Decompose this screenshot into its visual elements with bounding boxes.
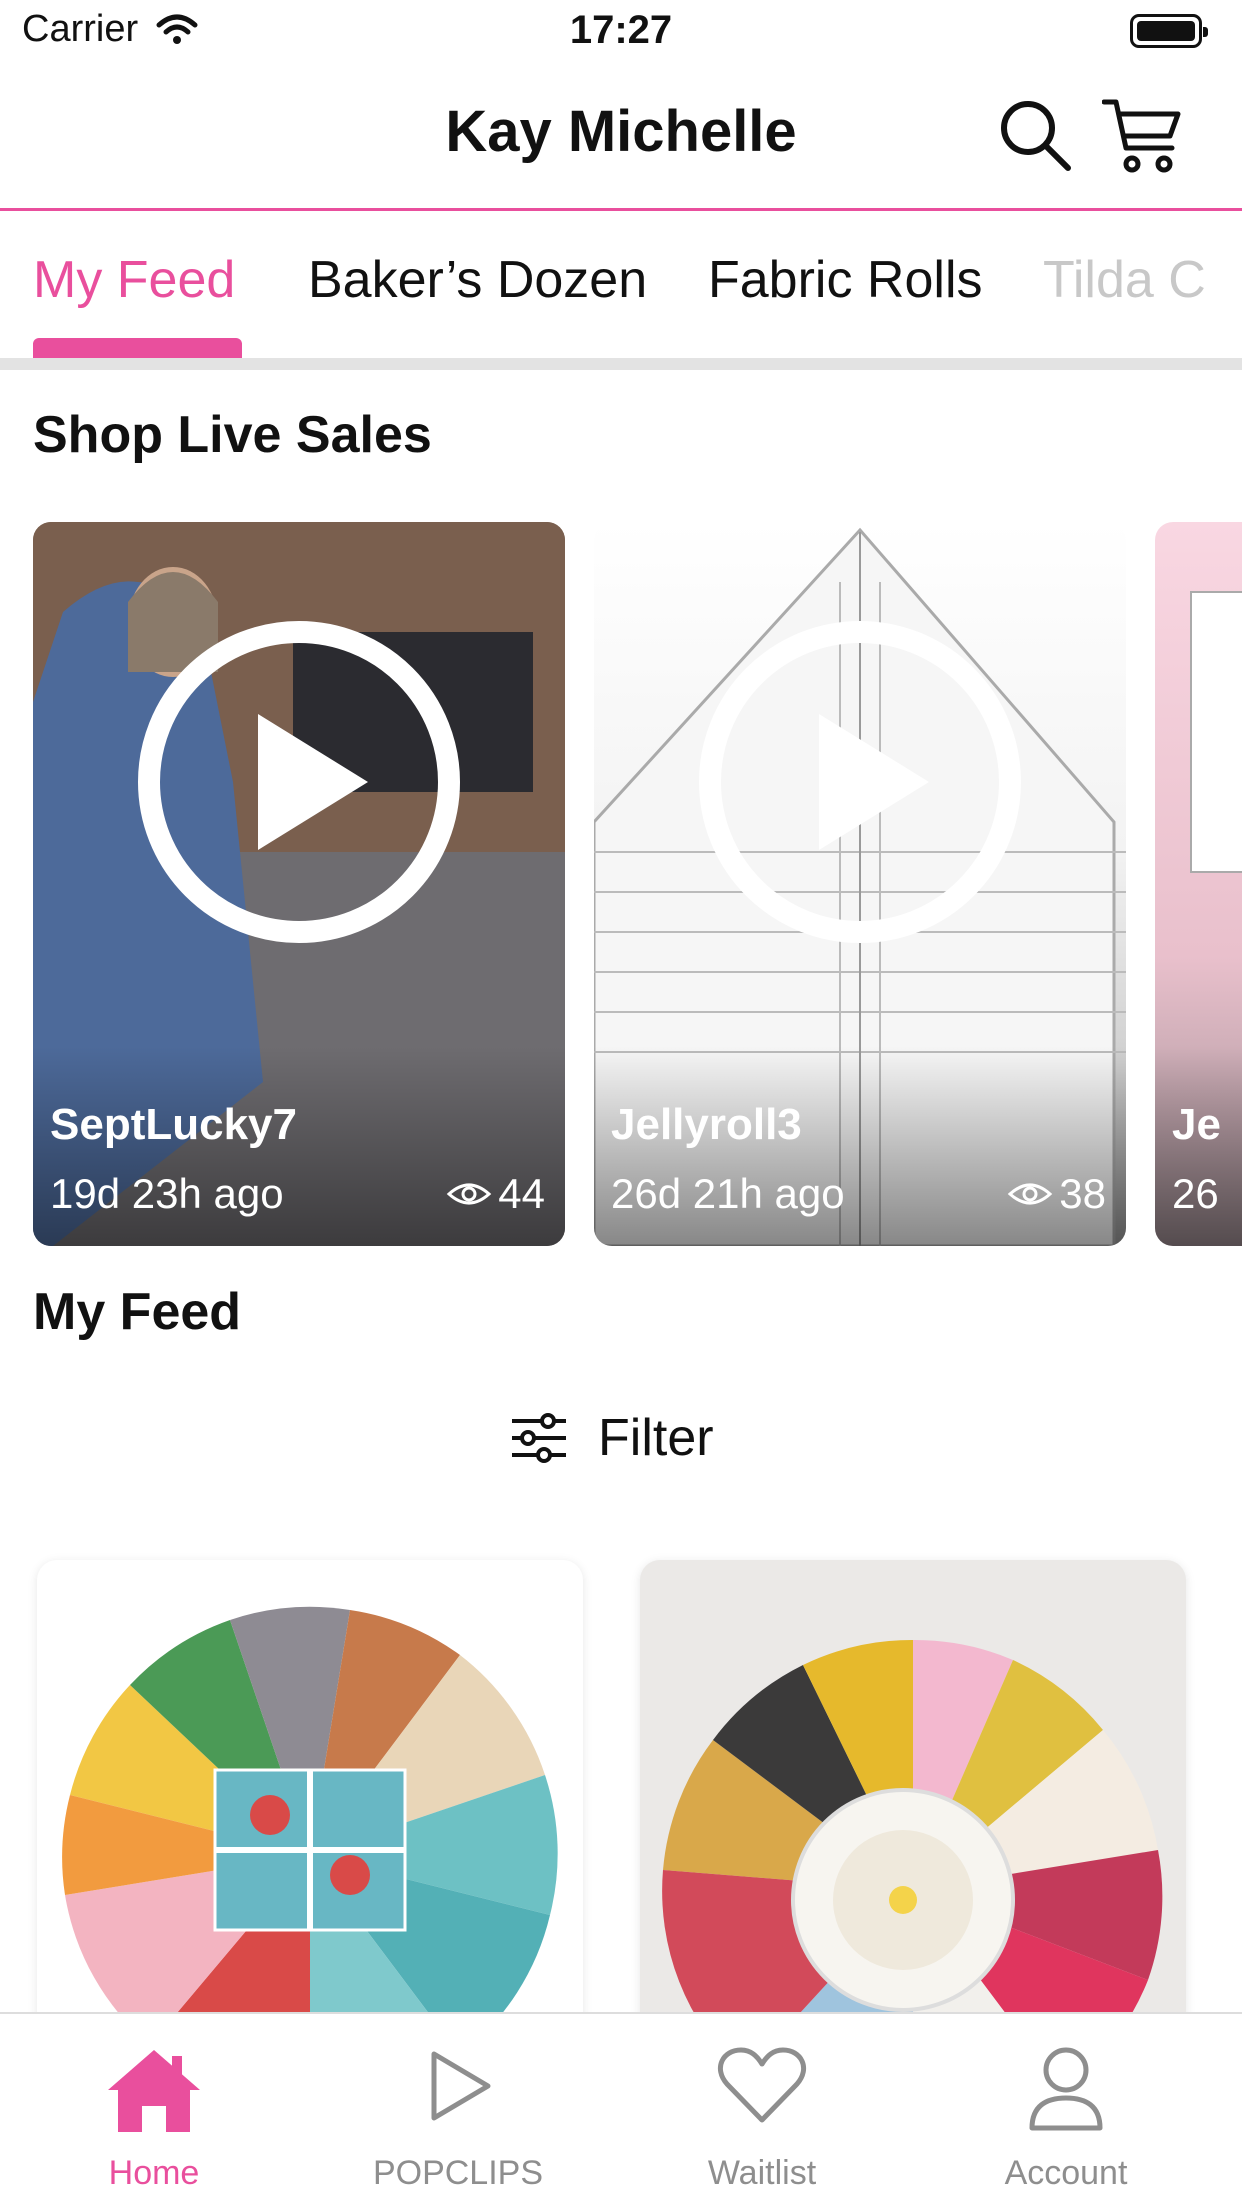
live-sale-time: 26	[1172, 1170, 1219, 1217]
tab-bakers-dozen[interactable]: Baker’s Dozen	[308, 250, 647, 310]
section-title-my-feed: My Feed	[33, 1283, 242, 1341]
heart-icon	[718, 2047, 806, 2123]
nav-waitlist-label: Waitlist	[707, 2154, 817, 2192]
battery-icon	[1130, 14, 1208, 48]
view-count: 44	[446, 1170, 545, 1218]
header-divider	[0, 208, 1242, 211]
cart-icon[interactable]	[1102, 96, 1182, 176]
user-icon	[1029, 2047, 1103, 2131]
eye-icon	[1008, 1183, 1053, 1205]
active-tab-indicator	[33, 338, 242, 360]
section-title-live-sales: Shop Live Sales	[33, 406, 432, 464]
live-sale-card[interactable]: Jellyroll3 26d 21h ago 38	[594, 522, 1126, 1246]
live-sale-card[interactable]: SeptLucky7 19d 23h ago 44	[33, 522, 565, 1246]
status-time: 17:27	[569, 8, 673, 52]
live-sale-name: Jellyroll3	[611, 1100, 802, 1149]
tab-divider	[0, 358, 1242, 370]
live-sale-card[interactable]: Je 26	[1155, 522, 1242, 1246]
nav-account-label: Account	[1004, 2154, 1128, 2192]
view-count: 38	[1007, 1170, 1106, 1218]
live-sale-time: 26d 21h ago	[611, 1170, 845, 1217]
product-image	[662, 1639, 1163, 2080]
filter-button[interactable]: Filter	[510, 1408, 714, 1468]
search-icon[interactable]	[998, 98, 1072, 172]
play-icon[interactable]	[136, 619, 462, 945]
status-bar: Carrier 17:27	[0, 0, 1242, 70]
play-icon[interactable]	[697, 619, 1023, 945]
tab-my-feed[interactable]: My Feed	[33, 250, 235, 310]
play-outline-icon	[431, 2051, 491, 2121]
filter-label: Filter	[598, 1409, 714, 1467]
product-image	[62, 1606, 558, 2080]
nav-popclips-label: POPCLIPS	[372, 2154, 544, 2192]
product-card[interactable]	[37, 1560, 583, 2080]
live-sale-time: 19d 23h ago	[50, 1170, 284, 1217]
product-card[interactable]	[640, 1560, 1186, 2080]
eye-icon	[447, 1183, 492, 1205]
sliders-icon	[512, 1413, 566, 1463]
nav-home-label: Home	[108, 2154, 200, 2192]
bottom-tab-bar: Home POPCLIPS Waitlist Account	[0, 2012, 1242, 2210]
tab-fabric-rolls[interactable]: Fabric Rolls	[708, 250, 983, 310]
home-icon	[108, 2050, 200, 2132]
live-sale-name: SeptLucky7	[50, 1100, 297, 1149]
live-sale-name: Je	[1172, 1100, 1221, 1149]
tab-tilda[interactable]: Tilda C	[1043, 250, 1206, 310]
